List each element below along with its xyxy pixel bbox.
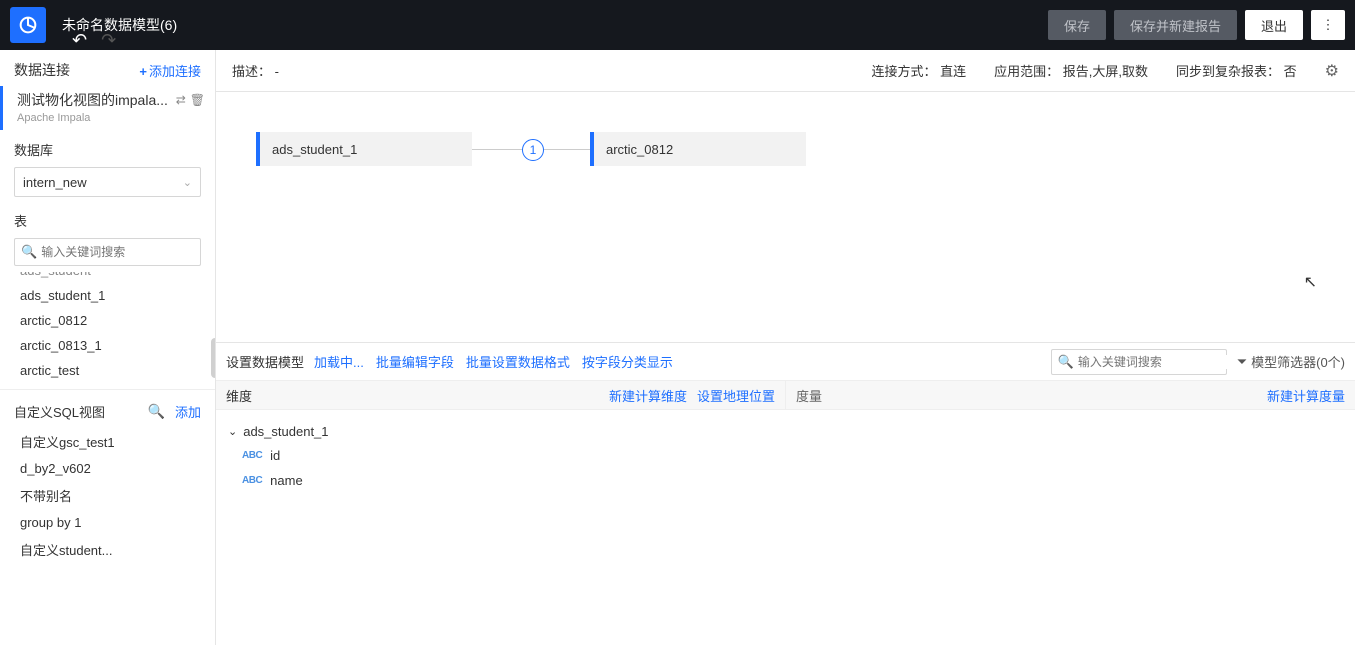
info-bar: 描述： - 连接方式： 直连 应用范围： 报告,大屏,取数 同步到复杂报表： 否… — [216, 50, 1355, 92]
model-settings-label: 设置数据模型 — [226, 352, 304, 371]
delete-icon[interactable]: 🗑 — [190, 93, 205, 107]
field-name: name — [270, 473, 303, 488]
set-geo-link[interactable]: 设置地理位置 — [697, 386, 775, 405]
table-search[interactable]: 🔍 — [14, 238, 201, 266]
app-logo[interactable] — [10, 7, 46, 43]
main: 描述： - 连接方式： 直连 应用范围： 报告,大屏,取数 同步到复杂报表： 否… — [216, 50, 1355, 645]
connection-mode: 连接方式： 直连 — [871, 61, 966, 80]
field-search-input[interactable] — [1078, 355, 1233, 369]
exit-button[interactable]: 退出 — [1245, 10, 1303, 40]
sidebar: 数据连接 +添加连接 测试物化视图的impala... ⇄ 🗑 Apache I… — [0, 50, 216, 645]
save-button[interactable]: 保存 — [1048, 10, 1106, 40]
table-node[interactable]: arctic_0812 — [590, 132, 806, 166]
data-connection-header: 数据连接 +添加连接 — [0, 50, 215, 86]
database-select[interactable]: intern_new ⌄ — [14, 167, 201, 197]
measure-column-header: 度量 新建计算度量 — [785, 381, 1355, 409]
table-row[interactable]: arctic_test — [0, 358, 215, 383]
new-calc-dimension-link[interactable]: 新建计算维度 — [609, 386, 687, 405]
application-scope: 应用范围： 报告,大屏,取数 — [994, 61, 1148, 80]
table-row[interactable]: ads_student_1 — [0, 283, 215, 308]
table-row[interactable]: arctic_0812 — [0, 308, 215, 333]
more-menu-button[interactable]: ⋮ — [1311, 10, 1345, 40]
field-row[interactable]: ABC id — [228, 443, 1343, 468]
sql-view-row[interactable]: 自定义gsc_test1 — [0, 427, 215, 456]
group-by-field-link[interactable]: 按字段分类显示 — [582, 352, 673, 371]
table-search-input[interactable] — [41, 245, 196, 259]
redo-icon[interactable]: ↷ — [101, 30, 116, 51]
fields-panel: ⌄ ads_student_1 ABC id ABC name — [216, 410, 1355, 503]
sql-view-row[interactable]: 不带别名 — [0, 481, 215, 510]
connection-item[interactable]: 测试物化视图的impala... ⇄ 🗑 Apache Impala — [0, 86, 215, 130]
data-connection-label: 数据连接 — [14, 60, 70, 80]
field-row[interactable]: ABC name — [228, 468, 1343, 493]
sql-view-header: 自定义SQL视图 🔍 添加 — [0, 389, 215, 427]
sql-view-title: 自定义SQL视图 — [14, 402, 105, 421]
table-list: ads_student ads_student_1 arctic_0812 ar… — [0, 272, 215, 383]
dimension-label: 维度 — [226, 386, 599, 405]
connection-type: Apache Impala — [17, 112, 205, 124]
field-group-name: ads_student_1 — [243, 424, 328, 439]
sync-complex-report: 同步到复杂报表： 否 — [1176, 61, 1297, 80]
table-row[interactable]: ads_student — [0, 272, 215, 283]
relation-canvas[interactable]: ads_student_1 1 arctic_0812 ↖ — [216, 92, 1355, 342]
loading-link[interactable]: 加载中... — [314, 352, 364, 371]
undo-redo-group: ↶ ↷ — [72, 30, 116, 51]
search-icon[interactable]: 🔍 — [148, 403, 165, 420]
sql-view-row[interactable]: 自定义student... — [0, 535, 215, 564]
columns-header: 维度 新建计算维度 设置地理位置 度量 新建计算度量 — [216, 380, 1355, 410]
sql-view-row[interactable]: group by 1 — [0, 510, 215, 535]
model-filter-button[interactable]: ⏷ 模型筛选器(0个) — [1237, 352, 1345, 371]
save-new-report-button[interactable]: 保存并新建报告 — [1114, 10, 1237, 40]
sql-view-list: 自定义gsc_test1 d_by2_v602 不带别名 group by 1 … — [0, 427, 215, 564]
model-settings-bar: 设置数据模型 加载中... 批量编辑字段 批量设置数据格式 按字段分类显示 🔍 … — [216, 342, 1355, 380]
database-label: 数据库 — [0, 134, 215, 163]
field-type-icon: ABC — [242, 475, 262, 486]
table-row[interactable]: arctic_0813_1 — [0, 333, 215, 358]
dimension-column-header: 维度 新建计算维度 设置地理位置 — [216, 381, 785, 409]
field-search[interactable]: 🔍 — [1051, 349, 1227, 375]
field-group[interactable]: ⌄ ads_student_1 — [228, 420, 1343, 443]
chevron-down-icon: ⌄ — [228, 425, 237, 438]
database-selected-value: intern_new — [23, 175, 87, 190]
header: 未命名数据模型(6) ↶ ↷ 保存 保存并新建报告 退出 ⋮ — [0, 0, 1355, 50]
table-label: 表 — [0, 205, 215, 234]
join-badge[interactable]: 1 — [522, 139, 544, 161]
connection-name: 测试物化视图的impala... — [17, 90, 168, 110]
swap-icon[interactable]: ⇄ — [176, 93, 186, 107]
batch-format-link[interactable]: 批量设置数据格式 — [466, 352, 570, 371]
search-icon: 🔍 — [21, 244, 37, 260]
undo-icon[interactable]: ↶ — [72, 30, 87, 51]
filter-icon: ⏷ — [1237, 354, 1247, 370]
sql-view-row[interactable]: d_by2_v602 — [0, 456, 215, 481]
chevron-down-icon: ⌄ — [183, 176, 192, 189]
add-connection-link[interactable]: +添加连接 — [139, 61, 201, 80]
batch-edit-fields-link[interactable]: 批量编辑字段 — [376, 352, 454, 371]
measure-label: 度量 — [796, 386, 1267, 405]
search-icon: 🔍 — [1058, 354, 1074, 370]
description: 描述： - — [232, 61, 843, 80]
gear-icon[interactable]: ⚙ — [1325, 61, 1339, 81]
table-node[interactable]: ads_student_1 — [256, 132, 472, 166]
field-type-icon: ABC — [242, 450, 262, 461]
sidebar-resize-handle[interactable] — [211, 338, 216, 378]
add-sql-view-link[interactable]: 添加 — [175, 402, 201, 421]
field-name: id — [270, 448, 280, 463]
new-calc-measure-link[interactable]: 新建计算度量 — [1267, 386, 1345, 405]
